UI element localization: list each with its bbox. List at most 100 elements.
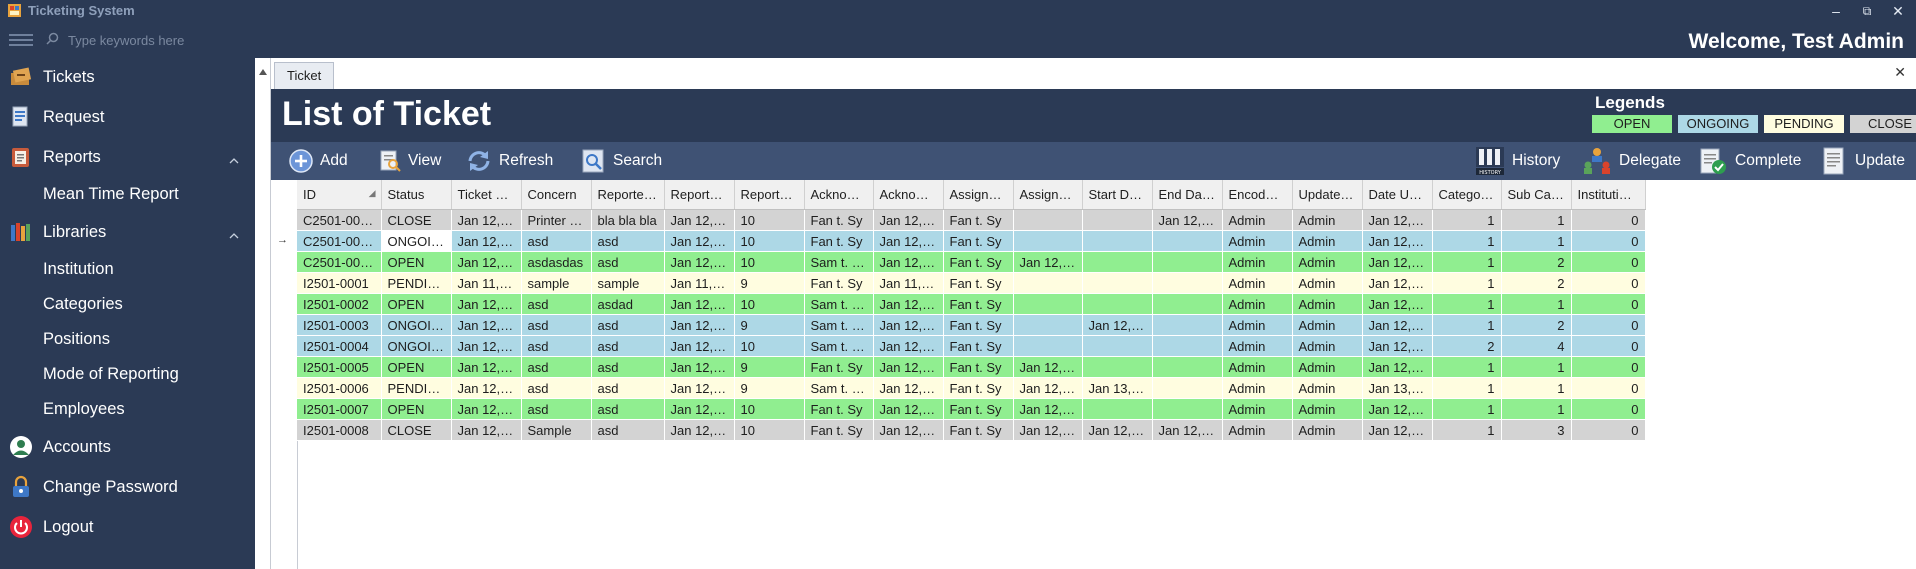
table-cell[interactable]: Fan t. Sy <box>804 272 874 294</box>
table-cell[interactable]: bla bla bla <box>591 209 665 231</box>
table-row[interactable]: I2501-0007OPENJan 12, 20...asdasdJan 12,… <box>297 398 1646 420</box>
sidebar-item-libraries[interactable]: Libraries <box>0 213 255 251</box>
table-cell[interactable] <box>1152 377 1223 399</box>
table-row[interactable]: I2501-0001PENDINGJan 11, 20...samplesamp… <box>297 272 1646 294</box>
column-header[interactable]: Category ID <box>1432 180 1502 210</box>
table-cell[interactable]: I2501-0006 <box>297 377 382 399</box>
table-cell[interactable]: Jan 12, 20... <box>1152 209 1223 231</box>
table-cell[interactable] <box>1082 398 1153 420</box>
column-header[interactable]: Status <box>381 180 452 210</box>
table-cell[interactable]: asd <box>521 293 592 315</box>
table-cell[interactable]: I2501-0003 <box>297 314 382 336</box>
table-cell[interactable]: I2501-0004 <box>297 335 382 357</box>
table-cell[interactable]: 2 <box>1501 314 1572 336</box>
table-cell[interactable]: C2501-0001 <box>297 209 382 231</box>
table-cell[interactable]: ONGOING <box>381 314 452 336</box>
close-window-button[interactable]: ✕ <box>1881 0 1915 22</box>
history-button[interactable]: HISTORY History <box>1475 142 1560 180</box>
table-cell[interactable]: ONGOING <box>381 335 452 357</box>
table-cell[interactable]: Jan 12, 20... <box>451 209 522 231</box>
table-cell[interactable]: 0 <box>1571 419 1646 441</box>
table-cell[interactable]: Jan 12, 20... <box>1362 272 1433 294</box>
table-cell[interactable]: 0 <box>1571 272 1646 294</box>
table-cell[interactable]: I2501-0007 <box>297 398 382 420</box>
sidebar-item-positions[interactable]: Positions <box>0 323 255 357</box>
table-cell[interactable]: 10 <box>734 419 805 441</box>
table-cell[interactable]: asd <box>591 230 665 252</box>
table-cell[interactable]: Fan t. Sy <box>943 314 1014 336</box>
restore-button[interactable]: ⧉ <box>1850 0 1884 22</box>
table-cell[interactable]: Jan 12, 20... <box>1013 251 1083 273</box>
table-cell[interactable]: Sam t. Wo... <box>804 251 874 273</box>
table-cell[interactable]: 1 <box>1501 209 1572 231</box>
table-cell[interactable]: Jan 12, 20... <box>451 419 522 441</box>
table-cell[interactable]: Admin <box>1222 209 1293 231</box>
table-cell[interactable]: 9 <box>734 314 805 336</box>
table-cell[interactable]: asd <box>521 335 592 357</box>
table-cell[interactable]: Jan 11, 20... <box>664 272 735 294</box>
table-cell[interactable]: 1 <box>1432 251 1502 273</box>
table-cell[interactable]: asd <box>591 251 665 273</box>
table-cell[interactable]: C2501-0002 <box>297 230 382 252</box>
close-tab-icon[interactable]: ✕ <box>1894 64 1906 81</box>
table-cell[interactable]: asd <box>521 230 592 252</box>
column-header[interactable]: Acknowled... <box>873 180 944 210</box>
table-cell[interactable]: I2501-0001 <box>297 272 382 294</box>
column-header[interactable]: Reported ... <box>734 180 805 210</box>
table-cell[interactable]: Fan t. Sy <box>943 251 1014 273</box>
table-cell[interactable]: sample <box>591 272 665 294</box>
table-cell[interactable]: Jan 12, 20... <box>1362 230 1433 252</box>
tab-ticket[interactable]: Ticket <box>274 62 335 89</box>
sidebar-item-tickets[interactable]: Tickets <box>0 58 255 96</box>
table-cell[interactable] <box>1082 293 1153 315</box>
column-header[interactable]: Reported ... <box>664 180 735 210</box>
table-cell[interactable] <box>1152 335 1223 357</box>
table-cell[interactable]: 2 <box>1432 335 1502 357</box>
delegate-button[interactable]: Delegate <box>1582 142 1681 180</box>
ticket-grid[interactable]: → ID ◢ Status Ticket Dat... Concern Reported … <box>271 180 1916 569</box>
chevron-up-icon[interactable] <box>229 225 239 244</box>
table-cell[interactable]: Admin <box>1292 230 1363 252</box>
add-button[interactable]: Add <box>289 142 348 180</box>
table-cell[interactable]: asd <box>521 398 592 420</box>
table-cell[interactable]: Jan 12, 20... <box>664 314 735 336</box>
table-cell[interactable]: Admin <box>1292 335 1363 357</box>
table-cell[interactable]: Admin <box>1292 398 1363 420</box>
sidebar-item-categories[interactable]: Categories <box>0 288 255 322</box>
table-cell[interactable]: sample <box>521 272 592 294</box>
table-cell[interactable]: OPEN <box>381 398 452 420</box>
table-cell[interactable]: Admin <box>1292 356 1363 378</box>
table-cell[interactable]: Fan t. Sy <box>943 398 1014 420</box>
table-cell[interactable]: Fan t. Sy <box>804 209 874 231</box>
table-cell[interactable]: Jan 11, 20... <box>873 272 944 294</box>
table-cell[interactable]: 1 <box>1501 230 1572 252</box>
table-cell[interactable]: 0 <box>1571 230 1646 252</box>
table-cell[interactable]: Admin <box>1292 293 1363 315</box>
table-row[interactable]: C2501-0003OPENJan 12, 20...asdasdasasdJa… <box>297 251 1646 273</box>
table-cell[interactable]: Sam t. Wo... <box>804 335 874 357</box>
table-cell[interactable]: Jan 12, 20... <box>1362 335 1433 357</box>
table-cell[interactable]: Fan t. Sy <box>804 230 874 252</box>
table-cell[interactable]: PENDING <box>381 272 452 294</box>
table-row[interactable]: C2501-0002ONGOINGJan 12, 20...asdasdJan … <box>297 230 1646 252</box>
table-cell[interactable] <box>1013 293 1083 315</box>
table-cell[interactable]: Fan t. Sy <box>943 419 1014 441</box>
refresh-button[interactable]: Refresh <box>466 142 553 180</box>
update-button[interactable]: Update <box>1822 142 1905 180</box>
table-cell[interactable]: 2 <box>1501 251 1572 273</box>
table-cell[interactable] <box>1082 230 1153 252</box>
table-cell[interactable]: Jan 12, 20... <box>451 314 522 336</box>
table-cell[interactable] <box>1082 251 1153 273</box>
table-cell[interactable] <box>1152 356 1223 378</box>
table-cell[interactable]: 10 <box>734 398 805 420</box>
table-cell[interactable]: asd <box>591 356 665 378</box>
table-cell[interactable]: Jan 12, 20... <box>873 209 944 231</box>
table-cell[interactable] <box>1152 293 1223 315</box>
column-header[interactable]: Reported By <box>591 180 665 210</box>
table-cell[interactable]: 9 <box>734 377 805 399</box>
table-cell[interactable]: Jan 12, 20... <box>451 398 522 420</box>
table-cell[interactable]: 1 <box>1501 293 1572 315</box>
table-cell[interactable]: Fan t. Sy <box>943 230 1014 252</box>
table-cell[interactable] <box>1082 335 1153 357</box>
table-cell[interactable]: 9 <box>734 356 805 378</box>
